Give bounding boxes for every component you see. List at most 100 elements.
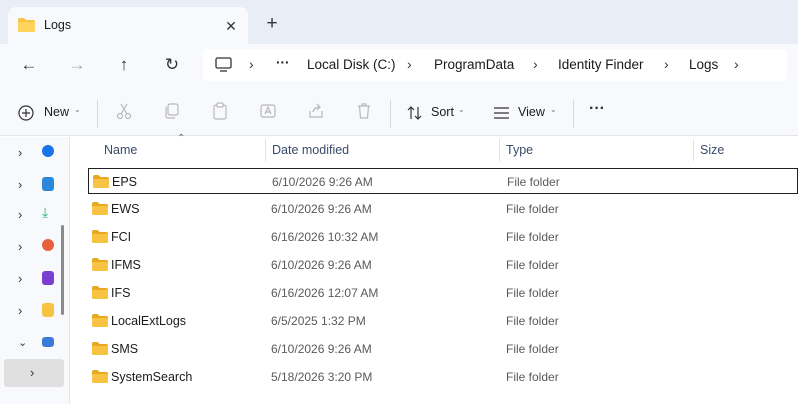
videos-icon [42,271,54,285]
breadcrumb-identity-finder[interactable]: Identity Finder [558,57,644,72]
file-name: SMS [111,342,138,356]
chevron-right-icon[interactable]: › [18,145,22,160]
file-row[interactable]: LocalExtLogs 6/5/2025 1:32 PM File folder [88,308,798,334]
chevron-right-icon[interactable]: › [18,207,22,222]
file-date: 6/16/2026 10:32 AM [271,230,378,244]
folder-icon [92,370,108,386]
pictures-icon [42,177,54,191]
onedrive-icon [42,145,54,157]
chevron-down-icon[interactable]: ⌄ [18,336,27,349]
paste-icon[interactable] [209,102,231,124]
folder-icon [93,175,109,191]
nav-item-this-pc[interactable]: ⌄ [0,329,68,357]
folder-icon [92,286,108,302]
chevron-right-icon[interactable]: › [18,239,22,254]
file-type: File folder [506,370,559,384]
this-pc-icon[interactable] [215,57,232,75]
file-type: File folder [506,342,559,356]
view-label: View [518,105,545,119]
column-header-size[interactable]: Size [700,143,724,157]
file-name: EWS [111,202,139,216]
address-bar[interactable]: › ··· Local Disk (C:) › ProgramData › Id… [203,49,787,81]
forward-icon[interactable]: → [63,53,91,77]
breadcrumb-logs[interactable]: Logs [689,57,718,72]
file-row[interactable]: EWS6/10/2026 9:26 AMFile folder [88,196,798,222]
rename-icon[interactable] [257,102,279,124]
breadcrumb-separator-icon[interactable]: › [249,56,254,72]
file-type: File folder [506,230,559,244]
folder-icon [92,342,108,358]
folder-icon [92,230,108,246]
column-divider[interactable] [693,139,694,161]
file-name: LocalExtLogs [111,314,186,328]
file-name: SystemSearch [111,370,192,384]
breadcrumb-overflow-icon[interactable]: ··· [276,55,290,70]
chevron-right-icon[interactable]: › [18,303,22,318]
file-name: EPS [112,175,137,189]
folder-icon [92,314,108,330]
nav-item[interactable]: › [0,297,68,325]
up-icon[interactable]: ↑ [110,53,138,77]
tab-title: Logs [44,18,71,32]
toolbar-divider [390,100,391,128]
file-name: FCI [111,230,131,244]
file-row[interactable]: SystemSearch 5/18/2026 3:20 PM File folder [88,364,798,390]
column-divider[interactable] [499,139,500,161]
nav-item-local-disk[interactable]: › [4,359,64,387]
close-tab-icon[interactable]: ✕ [221,16,241,36]
breadcrumb-programdata[interactable]: ProgramData [434,57,514,72]
column-divider[interactable] [265,139,266,161]
file-date: 6/10/2026 9:26 AM [271,258,372,272]
command-bar: New ⌄ Sort ⌄ View ⌄ ··· [0,88,798,136]
file-type: File folder [506,286,559,300]
nav-item[interactable]: › ⤓ [0,201,68,229]
copy-icon[interactable] [161,102,183,124]
folder-icon [42,303,54,317]
cut-icon[interactable] [113,102,135,124]
file-date: 5/18/2026 3:20 PM [271,370,372,384]
toolbar-divider [97,100,98,128]
file-row[interactable]: IFS6/16/2026 12:07 AMFile folder [88,280,798,306]
breadcrumb-separator-icon[interactable]: › [664,56,669,72]
breadcrumb-separator-icon[interactable]: › [734,56,739,72]
file-name: IFS [111,286,130,300]
file-row[interactable]: FCI 6/16/2026 10:32 AM File folder [88,224,798,250]
plus-circle-icon [18,105,34,121]
tab-logs[interactable]: Logs ✕ [8,7,248,44]
nav-item[interactable]: › [0,171,68,199]
back-icon[interactable]: ← [15,53,43,77]
nav-item[interactable]: › [0,139,68,167]
chevron-right-icon[interactable]: › [30,365,34,380]
file-row[interactable]: IFMS6/10/2026 9:26 AMFile folder [88,252,798,278]
file-type: File folder [507,175,560,189]
music-icon [42,239,54,251]
folder-icon [92,202,108,218]
file-date: 6/5/2025 1:32 PM [271,314,366,328]
breadcrumb-local-disk[interactable]: Local Disk (C:) [307,57,396,72]
file-row[interactable]: SMS6/10/2026 9:26 AMFile folder [88,336,798,362]
new-tab-button[interactable]: + [262,14,282,34]
breadcrumb-separator-icon[interactable]: › [533,56,538,72]
file-row[interactable]: EPS6/10/2026 9:26 AMFile folder [88,168,798,194]
chevron-right-icon[interactable]: › [18,177,22,192]
folder-icon [92,258,108,274]
nav-item[interactable]: › [0,233,68,261]
breadcrumb-separator-icon[interactable]: › [407,56,412,72]
downloads-icon: ⤓ [42,204,54,218]
refresh-icon[interactable]: ↻ [158,53,186,77]
column-headers: ⌃ Name Date modified Type Size [70,137,798,163]
sort-icon [406,105,424,121]
folder-icon [18,18,35,35]
file-name: IFMS [111,258,141,272]
file-type: File folder [506,314,559,328]
delete-icon[interactable] [353,102,375,124]
column-header-type[interactable]: Type [506,143,533,157]
scrollbar-thumb[interactable] [61,225,64,315]
column-header-name[interactable]: Name [104,143,137,157]
nav-item[interactable]: › [0,265,68,293]
view-icon [493,106,510,120]
chevron-right-icon[interactable]: › [18,271,22,286]
more-options-icon[interactable]: ··· [589,100,605,122]
share-icon[interactable] [305,102,327,124]
column-header-date[interactable]: Date modified [272,143,349,157]
